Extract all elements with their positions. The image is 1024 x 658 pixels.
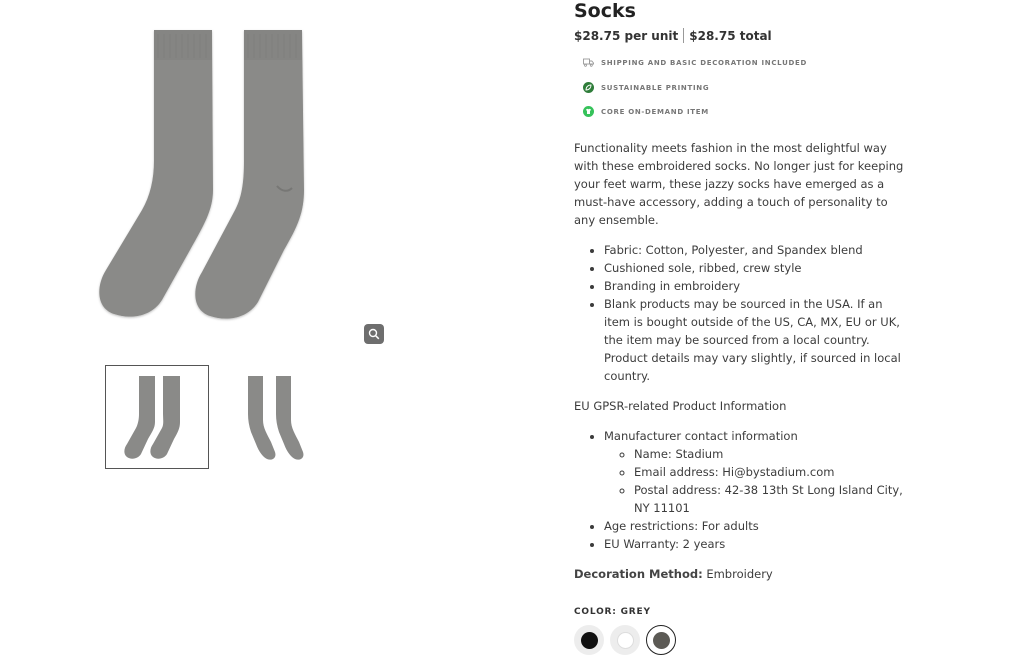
manufacturer-postal: Postal address: 42-38 13th St Long Islan… [634, 481, 904, 517]
manufacturer-label: Manufacturer contact information [604, 429, 798, 443]
magnifier-icon [368, 328, 380, 340]
manufacturer-email: Email address: Hi@bystadium.com [634, 463, 904, 481]
feature-core-item: CORE ON-DEMAND ITEM [583, 106, 709, 117]
thumbnail-2[interactable] [222, 365, 326, 469]
feature-label: SUSTAINABLE PRINTING [601, 83, 710, 92]
decoration-value: Embroidery [702, 567, 773, 581]
color-label: COLOR: GREY [574, 607, 651, 617]
color-swatch-white[interactable] [610, 625, 640, 655]
spec-list: Fabric: Cotton, Polyester, and Spandex b… [574, 241, 904, 385]
age-restrictions: Age restrictions: For adults [604, 517, 904, 535]
product-description: Functionality meets fashion in the most … [574, 141, 904, 227]
gpsr-item: Manufacturer contact information Name: S… [604, 427, 904, 517]
thumbnail-socks-image [124, 376, 180, 459]
spec-item: Branding in embroidery [604, 277, 904, 295]
price-per-unit: $28.75 per unit [574, 28, 679, 43]
main-product-image[interactable] [92, 20, 324, 326]
gpsr-heading: EU GPSR-related Product Information [574, 399, 787, 413]
price-divider [683, 28, 685, 43]
decoration-method: Decoration Method: Embroidery [574, 565, 773, 583]
thumbnail-1[interactable] [105, 365, 209, 469]
eu-warranty: EU Warranty: 2 years [604, 535, 904, 553]
manufacturer-details: Name: Stadium Email address: Hi@bystadiu… [604, 445, 904, 517]
leaf-icon [583, 82, 594, 93]
zoom-button[interactable] [364, 324, 384, 344]
decoration-label: Decoration Method: [574, 567, 703, 581]
spec-item: Fabric: Cotton, Polyester, and Spandex b… [604, 241, 904, 259]
shirt-icon [583, 106, 594, 117]
truck-icon [583, 57, 594, 68]
swatch-dot [580, 631, 598, 649]
socks-image [99, 30, 304, 319]
gpsr-list: Manufacturer contact information Name: S… [574, 427, 904, 553]
feature-sustainable: SUSTAINABLE PRINTING [583, 82, 709, 93]
feature-label: CORE ON-DEMAND ITEM [601, 107, 709, 116]
feature-shipping: SHIPPING AND BASIC DECORATION INCLUDED [583, 57, 807, 68]
color-swatch-grey[interactable] [646, 625, 676, 655]
thumbnail-socks-flat-image [248, 376, 304, 460]
swatch-dot [652, 631, 670, 649]
manufacturer-name: Name: Stadium [634, 445, 904, 463]
swatch-dot [616, 631, 634, 649]
price-total: $28.75 total [689, 28, 772, 43]
feature-label: SHIPPING AND BASIC DECORATION INCLUDED [601, 58, 807, 67]
spec-item: Blank products may be sourced in the USA… [604, 295, 904, 385]
spec-item: Cushioned sole, ribbed, crew style [604, 259, 904, 277]
product-title: Socks [574, 0, 636, 22]
price-row: $28.75 per unit $28.75 total [574, 28, 772, 43]
color-swatch-black[interactable] [574, 625, 604, 655]
